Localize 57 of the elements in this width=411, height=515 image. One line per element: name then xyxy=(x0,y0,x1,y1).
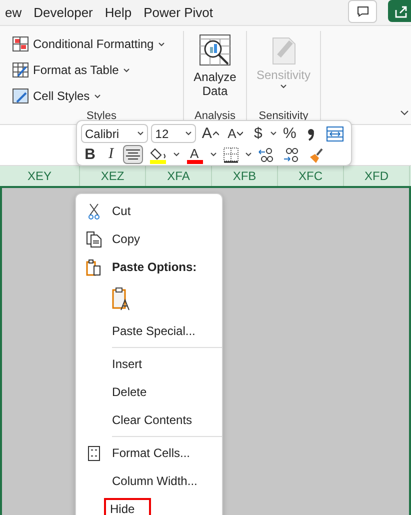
caret-icon xyxy=(122,68,130,72)
collapse-ribbon-icon[interactable] xyxy=(400,110,409,116)
font-size-dropdown[interactable]: 12 xyxy=(151,124,196,143)
menu-item[interactable]: Copy xyxy=(112,232,140,246)
speech-bubble-icon xyxy=(356,6,368,17)
menu-item[interactable]: Format Cells... xyxy=(112,446,190,460)
bold-button[interactable]: B xyxy=(81,145,99,164)
caret-icon xyxy=(184,131,192,136)
menu-item[interactable]: Paste Special... xyxy=(112,324,196,338)
comma-icon xyxy=(307,126,316,140)
comments-button[interactable] xyxy=(348,0,377,23)
caret-icon xyxy=(94,94,101,98)
magnifier-chart-icon xyxy=(199,34,231,68)
increase-decimal-icon xyxy=(283,146,299,162)
analyze-data-button[interactable]: Analyze Data xyxy=(184,34,246,98)
menu-item[interactable]: Hide xyxy=(104,498,151,515)
copy-icon xyxy=(86,230,102,248)
caret-icon xyxy=(158,42,165,46)
paintbrush-icon xyxy=(308,146,324,162)
font-name-dropdown[interactable]: Calibri xyxy=(81,124,148,143)
paint-bucket-icon xyxy=(149,146,167,164)
down-caret-icon xyxy=(237,131,244,136)
format-button[interactable]: $ xyxy=(249,124,268,143)
ribbon-command[interactable]: Cell Styles xyxy=(12,86,183,106)
caret-icon xyxy=(137,131,144,136)
paste-keep-formatting-icon[interactable] xyxy=(112,287,132,311)
italic-button[interactable]: I xyxy=(102,145,120,164)
column-header[interactable]: XEY xyxy=(0,166,80,186)
format-button[interactable]: % xyxy=(280,124,300,143)
caret-icon xyxy=(280,84,287,89)
menu-item[interactable]: Cut xyxy=(112,204,131,218)
up-caret-icon xyxy=(212,131,219,136)
table-brush-icon xyxy=(12,62,29,78)
group-label: Analysis xyxy=(194,110,236,124)
center-align-button[interactable] xyxy=(123,145,143,164)
font-color-button[interactable]: A xyxy=(183,145,207,164)
menu-item[interactable]: Column Width... xyxy=(112,474,198,488)
share-icon xyxy=(394,4,408,18)
conditional-formatting-icon xyxy=(12,36,29,52)
menu-item[interactable]: Clear Contents xyxy=(112,413,192,427)
menu-item[interactable]: Insert xyxy=(112,357,142,371)
format-cells-icon xyxy=(88,446,100,460)
group-label: Styles xyxy=(86,110,116,124)
clipboard-icon xyxy=(86,258,102,276)
borders-icon xyxy=(223,146,239,162)
group-label: Sensitivity xyxy=(258,110,308,124)
wrap-text-icon xyxy=(326,126,344,142)
menu-heading: Paste Options: xyxy=(112,260,197,274)
ribbon-command[interactable]: Conditional Formatting xyxy=(12,34,183,54)
cell-styles-icon xyxy=(12,88,29,104)
decrease-decimal-icon xyxy=(258,146,274,162)
align-center-icon xyxy=(126,148,140,160)
scissors-icon xyxy=(88,202,100,220)
grow-font-button[interactable]: A xyxy=(198,124,222,143)
menu-item[interactable]: Delete xyxy=(112,385,147,399)
ribbon-command[interactable]: Format as Table xyxy=(12,60,183,80)
shrink-font-button[interactable]: A xyxy=(224,124,246,143)
